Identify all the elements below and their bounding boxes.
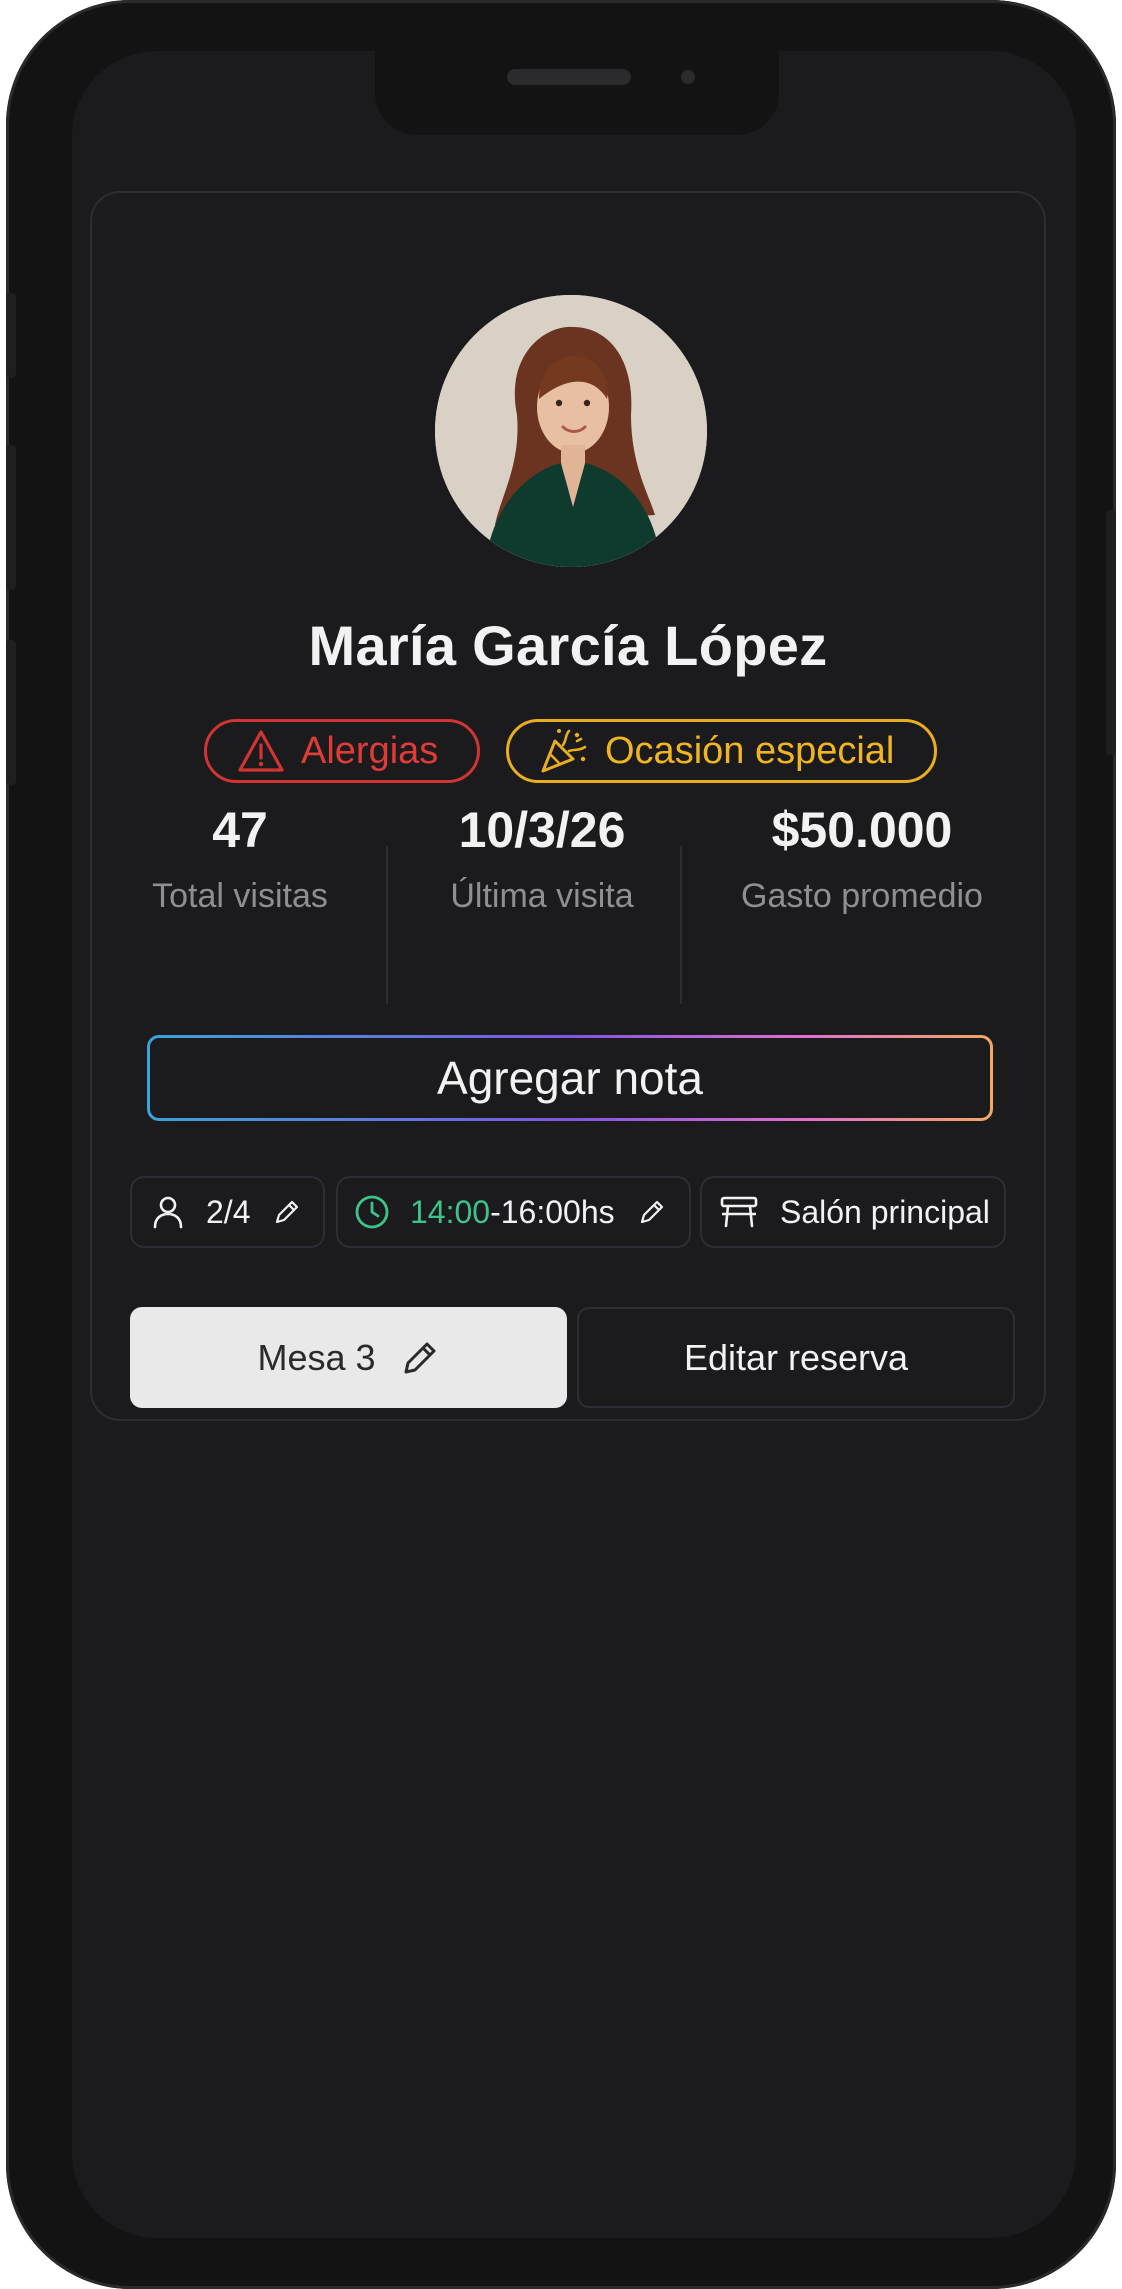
avatar [435, 295, 707, 567]
customer-name: María García López [308, 614, 828, 677]
stat-value: $50.000 [771, 802, 953, 858]
allergy-badge-label: Alergias [301, 729, 439, 772]
pencil-icon [404, 1342, 436, 1373]
add-note-button-label: Agregar nota [150, 1038, 990, 1118]
edit-reservation-button[interactable]: Editar reserva [577, 1307, 1015, 1408]
customer-card: María García López Alergias Ocasión espe… [90, 191, 1046, 1421]
stat-label: Última visita [450, 877, 634, 915]
party-popper-icon [541, 729, 587, 773]
speaker-grille [507, 69, 631, 85]
stat-average-spend: $50.000 Gasto promedio [712, 801, 1012, 916]
volume-up-button [6, 445, 16, 590]
person-icon [153, 1196, 183, 1229]
pencil-icon[interactable] [272, 1197, 302, 1227]
screen: María García López Alergias Ocasión espe… [72, 51, 1076, 2238]
special-occasion-badge[interactable]: Ocasión especial [506, 719, 937, 783]
stat-last-visit: 10/3/26 Última visita [407, 801, 677, 916]
stat-value: 10/3/26 [458, 802, 626, 858]
time-chip[interactable]: 14:00 -16:00hs [336, 1176, 691, 1248]
guests-chip[interactable]: 2/4 [130, 1176, 325, 1248]
stat-value: 47 [212, 802, 268, 858]
stat-divider [386, 846, 388, 1004]
stat-total-visits: 47 Total visitas [132, 801, 348, 916]
add-note-button[interactable]: Agregar nota [147, 1035, 993, 1121]
allergy-badge[interactable]: Alergias [204, 719, 480, 783]
table-assignment-label: Mesa 3 [257, 1336, 376, 1378]
guests-count: 2/4 [206, 1193, 251, 1230]
notch [375, 51, 779, 135]
avatar-portrait-illustration [435, 295, 707, 567]
mute-switch [6, 293, 16, 378]
table-icon [720, 1196, 758, 1228]
clock-icon [355, 1195, 389, 1229]
stat-divider [680, 846, 682, 1004]
power-button [1106, 510, 1116, 755]
area-chip[interactable]: Salón principal [700, 1176, 1006, 1248]
warning-triangle-icon [238, 730, 284, 772]
pencil-icon[interactable] [637, 1197, 667, 1227]
special-occasion-badge-label: Ocasión especial [605, 729, 895, 772]
time-end: -16:00hs [490, 1193, 615, 1230]
area-name: Salón principal [780, 1193, 990, 1230]
edit-reservation-label: Editar reserva [683, 1336, 909, 1378]
stat-label: Gasto promedio [741, 877, 983, 915]
stat-label: Total visitas [152, 877, 328, 915]
phone-frame: María García López Alergias Ocasión espe… [6, 0, 1116, 2289]
front-camera [681, 70, 695, 84]
table-assignment-button[interactable]: Mesa 3 [130, 1307, 567, 1408]
volume-down-button [6, 640, 16, 785]
time-start: 14:00 [410, 1193, 491, 1230]
